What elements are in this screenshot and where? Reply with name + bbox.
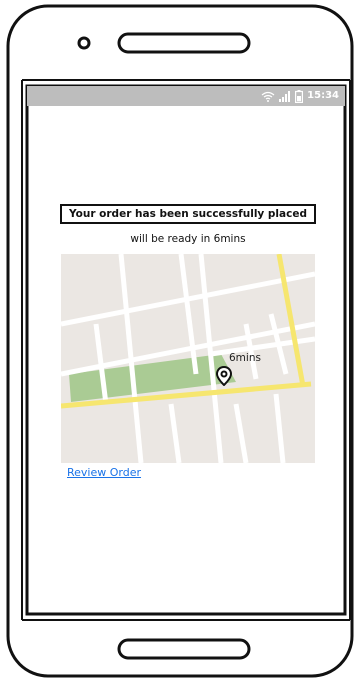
phone-mockup: 15:34 Your order has been successfully p…: [0, 0, 359, 682]
wifi-icon: [261, 91, 275, 102]
status-icons: 15:34: [261, 89, 339, 103]
status-time: 15:34: [307, 90, 339, 101]
signal-icon: [279, 90, 291, 102]
review-order-link[interactable]: Review Order: [67, 466, 141, 479]
ready-time-text: will be ready in 6mins: [130, 233, 246, 245]
eta-label: 6mins: [229, 352, 261, 364]
status-bar: 15:34: [27, 86, 345, 106]
delivery-map[interactable]: [61, 254, 315, 463]
location-pin-icon[interactable]: [215, 365, 233, 390]
order-confirmation-banner: Your order has been successfully placed: [60, 204, 316, 224]
battery-icon: [295, 89, 304, 103]
map-graphic: [61, 254, 315, 463]
